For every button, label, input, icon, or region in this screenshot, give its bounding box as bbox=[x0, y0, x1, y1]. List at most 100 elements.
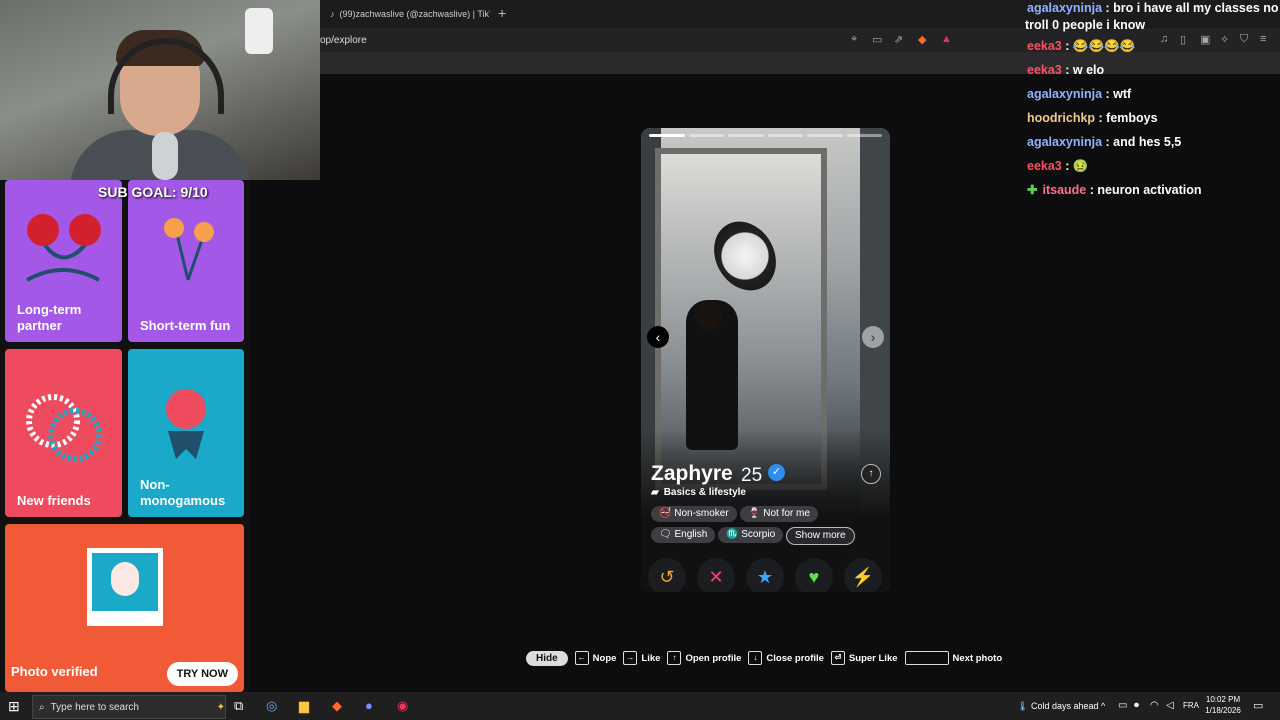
enter-key-icon: ⏎ bbox=[830, 651, 845, 665]
chat-separator: : bbox=[1102, 1, 1114, 15]
tile-label: Non-monogamous bbox=[140, 477, 226, 508]
chat-message: eeka3 : w elo bbox=[1027, 62, 1104, 78]
windows-start-icon[interactable]: ⊞ bbox=[8, 698, 20, 715]
chat-text: w elo bbox=[1072, 63, 1105, 77]
profile-name: Zaphyre bbox=[651, 462, 733, 485]
chat-username[interactable]: agalaxyninja bbox=[1027, 1, 1102, 15]
sub-goal-overlay: SUB GOAL: 9/10 bbox=[98, 184, 208, 200]
chat-badge-icon: ✚ bbox=[1027, 183, 1038, 197]
search-placeholder: Type here to search bbox=[50, 701, 139, 713]
photo-progress-segment bbox=[649, 134, 685, 137]
chat-separator: : bbox=[1061, 63, 1073, 77]
notifications-icon[interactable]: ▭ bbox=[1253, 699, 1263, 712]
photo-progress-segment bbox=[807, 134, 843, 137]
brave-shields-icon[interactable]: ◆ bbox=[918, 33, 926, 46]
chat-message: hoodrichkp : femboys bbox=[1027, 110, 1158, 126]
search-icon: ⌕ bbox=[39, 701, 45, 713]
super-like-button[interactable]: ★ bbox=[746, 558, 784, 592]
weather-label: Cold days ahead bbox=[1030, 701, 1099, 711]
chat-username[interactable]: agalaxyninja bbox=[1027, 135, 1102, 149]
tile-non-monogamous[interactable]: Non-monogamous bbox=[128, 349, 244, 517]
chat-separator: : bbox=[1102, 135, 1114, 149]
cast-icon[interactable]: ▭ bbox=[872, 33, 882, 46]
chat-username[interactable]: hoodrichkp bbox=[1027, 111, 1095, 125]
profile-card[interactable]: ‹ › Zaphyre 25 ✓ ↑ ▰ Basics & lifestyle … bbox=[641, 128, 890, 592]
open-profile-icon[interactable]: ↑ bbox=[861, 464, 881, 484]
hint-label: Super Like bbox=[848, 652, 898, 664]
tile-photo-verified[interactable]: Photo verified TRY NOW bbox=[5, 524, 244, 692]
clock-date: 1/18/2026 bbox=[1205, 706, 1241, 715]
bottle-shape bbox=[245, 8, 273, 54]
tray-volume-icon[interactable]: ◁ bbox=[1166, 700, 1174, 711]
chip-non-smoker: 🚭 Non-smoker bbox=[651, 506, 737, 522]
tile-new-friends[interactable]: New friends bbox=[5, 349, 122, 517]
rewind-button[interactable]: ↺ bbox=[648, 558, 686, 592]
chip-label: Non-smoker bbox=[674, 508, 729, 519]
chat-username[interactable]: eeka3 bbox=[1027, 63, 1062, 77]
hide-hints-button[interactable]: Hide bbox=[526, 650, 568, 666]
keyboard-hints-bar: Hide ← Nope → Like ↑ Open profile ↓ Close pr… bbox=[526, 648, 1002, 668]
task-view-icon[interactable]: ⧉ bbox=[234, 698, 243, 714]
chat-username[interactable]: agalaxyninja bbox=[1027, 87, 1102, 101]
nope-button[interactable]: ✕ bbox=[697, 558, 735, 592]
chat-username[interactable]: eeka3 bbox=[1027, 39, 1062, 53]
left-arrow-key-icon: ← bbox=[574, 651, 589, 665]
chat-message: eeka3 : 🤢 bbox=[1027, 158, 1088, 174]
tray-mic-icon[interactable]: ⏺ bbox=[1134, 700, 1139, 711]
photo-progress-segment bbox=[767, 134, 803, 137]
chip-english: 🗨 English bbox=[651, 527, 716, 543]
share-icon[interactable]: ⇗ bbox=[894, 33, 903, 46]
hint-label: Close profile bbox=[766, 652, 824, 664]
chat-message: ✚ itsaude : neuron activation bbox=[1027, 182, 1202, 198]
microphone-shape bbox=[152, 132, 178, 180]
basics-label: Basics & lifestyle bbox=[663, 487, 746, 498]
show-more-button[interactable]: Show more bbox=[786, 527, 855, 545]
discord-icon[interactable]: ● bbox=[365, 698, 373, 713]
weather-widget[interactable]: 🌡 Cold days ahead bbox=[1017, 701, 1099, 712]
tile-short-term-fun[interactable]: Short-term fun bbox=[128, 180, 244, 342]
next-photo-button[interactable]: › bbox=[862, 326, 884, 348]
taskbar-search-input[interactable]: ⌕ Type here to search ✦ bbox=[32, 695, 226, 719]
tile-long-term-partner[interactable]: Long-term partner bbox=[5, 180, 122, 342]
basics-heading: ▰ Basics & lifestyle bbox=[651, 487, 746, 498]
hint-label: Next photo bbox=[952, 652, 1003, 664]
tile-label: Long-term partner bbox=[17, 302, 82, 333]
like-button[interactable]: ♥ bbox=[795, 558, 833, 592]
boost-button[interactable]: ⚡ bbox=[844, 558, 882, 592]
chat-message: eeka3 : 😂😂😂😂 bbox=[1027, 38, 1135, 54]
chat-text: wtf bbox=[1113, 87, 1132, 101]
tray-wifi-icon[interactable]: ◠ bbox=[1150, 700, 1159, 711]
chat-text: 😂😂😂😂 bbox=[1072, 39, 1136, 53]
sparklers-icon bbox=[164, 218, 214, 281]
previous-photo-button[interactable]: ‹ bbox=[647, 326, 669, 348]
hint-label: Like bbox=[641, 652, 661, 664]
browser-tab[interactable]: ♪ (99)zachwaslive (@zachwaslive) | TikT bbox=[330, 4, 490, 24]
language-indicator[interactable]: FRA bbox=[1183, 701, 1199, 710]
chat-message: agalaxyninja : wtf bbox=[1027, 86, 1131, 102]
file-explorer-icon[interactable]: ▆ bbox=[299, 698, 309, 714]
chat-username[interactable]: itsaude bbox=[1042, 183, 1086, 197]
photo-progress-segment bbox=[688, 134, 724, 137]
hint-like: → Like bbox=[623, 651, 660, 665]
chat-text: 🤢 bbox=[1072, 159, 1089, 173]
tile-label: New friends bbox=[17, 493, 91, 508]
try-now-button[interactable]: TRY NOW bbox=[166, 662, 238, 686]
location-icon[interactable]: ⌖ bbox=[851, 33, 857, 46]
tray-network-icon[interactable]: ▭ bbox=[1118, 700, 1127, 711]
chat-text: bro i have all my classes no bbox=[1113, 1, 1279, 15]
copilot-icon[interactable]: ◎ bbox=[266, 698, 277, 714]
chat-separator: : bbox=[1095, 111, 1107, 125]
brave-browser-icon[interactable]: ◆ bbox=[332, 698, 342, 714]
chip-scorpio: ♏ Scorpio bbox=[718, 527, 784, 543]
obs-icon[interactable]: ◉ bbox=[397, 698, 408, 714]
space-key-icon bbox=[904, 651, 949, 665]
new-tab-button[interactable]: + bbox=[498, 5, 506, 21]
hint-super-like: ⏎ Super Like bbox=[830, 651, 898, 665]
taskbar-clock[interactable]: 10:02 PM 1/18/2026 bbox=[1203, 694, 1243, 716]
pineapple-icon bbox=[166, 389, 206, 459]
tray-chevron-icon[interactable]: ^ bbox=[1101, 701, 1105, 711]
chat-username[interactable]: eeka3 bbox=[1027, 159, 1062, 173]
brave-rewards-icon[interactable]: ▲ bbox=[941, 33, 952, 45]
photo-progress-segment bbox=[728, 134, 764, 137]
hint-label: Open profile bbox=[685, 652, 742, 664]
